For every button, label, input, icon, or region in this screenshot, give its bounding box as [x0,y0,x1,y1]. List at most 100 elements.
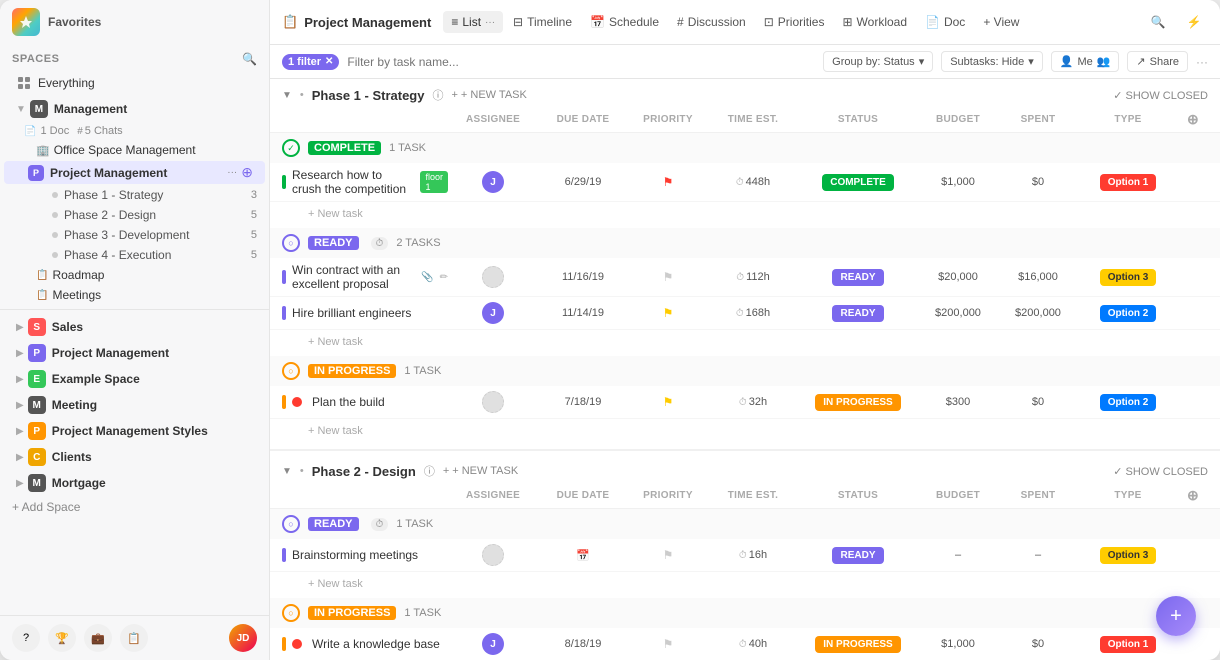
phase-2-toggle[interactable]: ▼ [282,466,292,477]
new-task-link[interactable]: + New task [308,578,363,590]
new-task-link[interactable]: + New task [308,336,363,348]
type-badge[interactable]: Option 2 [1100,394,1157,411]
group-by-btn[interactable]: Group by: Status ▾ [823,51,933,72]
avatar-empty[interactable] [482,266,504,288]
priority-flag[interactable]: ⚑ [663,637,674,651]
ready-circle-2[interactable]: ○ [282,515,300,533]
fab-add-btn[interactable]: + [1156,596,1196,636]
tab-priorities[interactable]: ⊡ Priorities [756,11,833,33]
phase-1-show-closed[interactable]: ✓ SHOW CLOSED [1113,89,1208,102]
list-more-icon[interactable]: ··· [485,17,495,28]
avatar[interactable]: J [482,171,504,193]
filter-badge[interactable]: 1 filter ✕ [282,54,339,70]
edit-icon[interactable]: ✏ [440,272,448,283]
pm-styles-space[interactable]: ▶ P Project Management Styles [0,418,269,444]
status-badge[interactable]: IN PROGRESS [815,394,900,411]
me-btn[interactable]: 👤 Me 👥 [1051,51,1120,72]
type-badge[interactable]: Option 2 [1100,305,1157,322]
project-management-2-space[interactable]: ▶ P Project Management [0,340,269,366]
in-progress-circle-2[interactable]: ○ [282,604,300,622]
phase-1-toggle[interactable]: ▼ [282,90,292,101]
sidebar-search-icon[interactable]: 🔍 [242,52,257,66]
phase-1-info[interactable]: ⓘ [432,87,443,103]
header-title: 📋 Project Management [282,14,431,30]
complete-circle[interactable]: ✓ [282,139,300,157]
bolt-btn[interactable]: ⚡ [1180,8,1208,36]
add-space-btn[interactable]: + Add Space [0,496,269,518]
phase-2-design[interactable]: Phase 2 - Design 5 [0,205,269,225]
sales-space[interactable]: ▶ S Sales [0,314,269,340]
filter-input[interactable] [347,55,815,69]
subtasks-btn[interactable]: Subtasks: Hide ▾ [941,51,1043,72]
paperclip-icon[interactable]: 📎 [421,272,433,283]
clients-space[interactable]: ▶ C Clients [0,444,269,470]
type-badge[interactable]: Option 1 [1100,636,1157,653]
project-management-item[interactable]: P Project Management ··· ⊕ [4,161,265,184]
assignee-cell [448,544,538,566]
user-avatar[interactable]: JD [229,624,257,652]
app-logo[interactable] [12,8,40,36]
add-col-icon[interactable]: ⊕ [1187,111,1199,127]
list-content[interactable]: ▼ • Phase 1 - Strategy ⓘ + + NEW TASK ✓ … [270,79,1220,660]
trophy-icon[interactable]: 🏆 [48,624,76,652]
doc-icon[interactable]: 📋 [120,624,148,652]
status-badge[interactable]: READY [832,305,883,322]
filter-remove-icon[interactable]: ✕ [325,56,333,67]
type-badge[interactable]: Option 1 [1100,174,1157,191]
example-space[interactable]: ▶ E Example Space [0,366,269,392]
add-col-icon-2[interactable]: ⊕ [1187,487,1199,503]
tab-timeline[interactable]: ⊟ Timeline [505,11,580,33]
management-collapse[interactable]: ▼ [12,104,30,115]
search-btn[interactable]: 🔍 [1144,8,1172,36]
sidebar-item-everything[interactable]: Everything [4,71,265,95]
tab-schedule[interactable]: 📅 Schedule [582,11,667,33]
briefcase-icon[interactable]: 💼 [84,624,112,652]
phase-2-info[interactable]: ⓘ [424,463,435,479]
phase-2-new-task[interactable]: + + NEW TASK [443,465,518,477]
sidebar-scroll: Spaces 🔍 Everything ▼ M Management [0,44,269,615]
meetings-item[interactable]: 📋 Meetings [0,285,269,305]
mortgage-space[interactable]: ▶ M Mortgage [0,470,269,496]
type-badge[interactable]: Option 3 [1100,269,1157,286]
phase-2-show-closed[interactable]: ✓ SHOW CLOSED [1113,465,1208,478]
share-btn[interactable]: ↗ Share [1127,51,1188,72]
status-badge[interactable]: COMPLETE [822,174,894,191]
type-badge[interactable]: Option 3 [1100,547,1157,564]
priority-flag[interactable]: ⚑ [663,306,674,320]
management-space[interactable]: ▼ M Management [0,96,269,122]
phase-3-dev[interactable]: Phase 3 - Development 5 [0,225,269,245]
avatar[interactable]: J [482,633,504,655]
pm-add[interactable]: ⊕ [241,164,253,181]
spaces-header[interactable]: Spaces 🔍 [0,48,269,70]
new-task-link[interactable]: + New task [308,208,363,220]
new-task-link[interactable]: + New task [308,425,363,437]
priority-flag[interactable]: ⚑ [663,548,674,562]
pm-more[interactable]: ··· [227,167,237,178]
status-badge[interactable]: READY [832,547,883,564]
tab-workload[interactable]: ⊞ Workload [834,11,915,33]
priority-flag[interactable]: ⚑ [663,175,674,189]
ready-circle[interactable]: ○ [282,234,300,252]
tab-add-view[interactable]: + View [975,11,1027,33]
tab-doc[interactable]: 📄 Doc [917,11,973,33]
complete-tag: COMPLETE [308,141,381,155]
avatar-empty[interactable] [482,544,504,566]
tab-discussion[interactable]: # Discussion [669,11,754,33]
management-docs[interactable]: 📄 1 Doc # 5 Chats [0,122,269,140]
avatar[interactable]: J [482,302,504,324]
phase-4-exec[interactable]: Phase 4 - Execution 5 [0,245,269,265]
avatar-empty[interactable] [482,391,504,413]
phase-1-new-task[interactable]: + + NEW TASK [451,89,526,101]
tab-list[interactable]: ≡ List ··· [443,11,503,33]
status-badge[interactable]: READY [832,269,883,286]
in-progress-circle[interactable]: ○ [282,362,300,380]
office-space-item[interactable]: 🏢 Office Space Management [0,140,269,160]
meeting-space[interactable]: ▶ M Meeting [0,392,269,418]
phase-1-strategy[interactable]: Phase 1 - Strategy 3 [0,185,269,205]
roadmap-item[interactable]: 📋 Roadmap [0,265,269,285]
priority-flag[interactable]: ⚑ [663,270,674,284]
toolbar-more-btn[interactable]: ··· [1196,55,1208,69]
status-badge[interactable]: IN PROGRESS [815,636,900,653]
priority-flag[interactable]: ⚑ [663,395,674,409]
help-icon[interactable]: ? [12,624,40,652]
